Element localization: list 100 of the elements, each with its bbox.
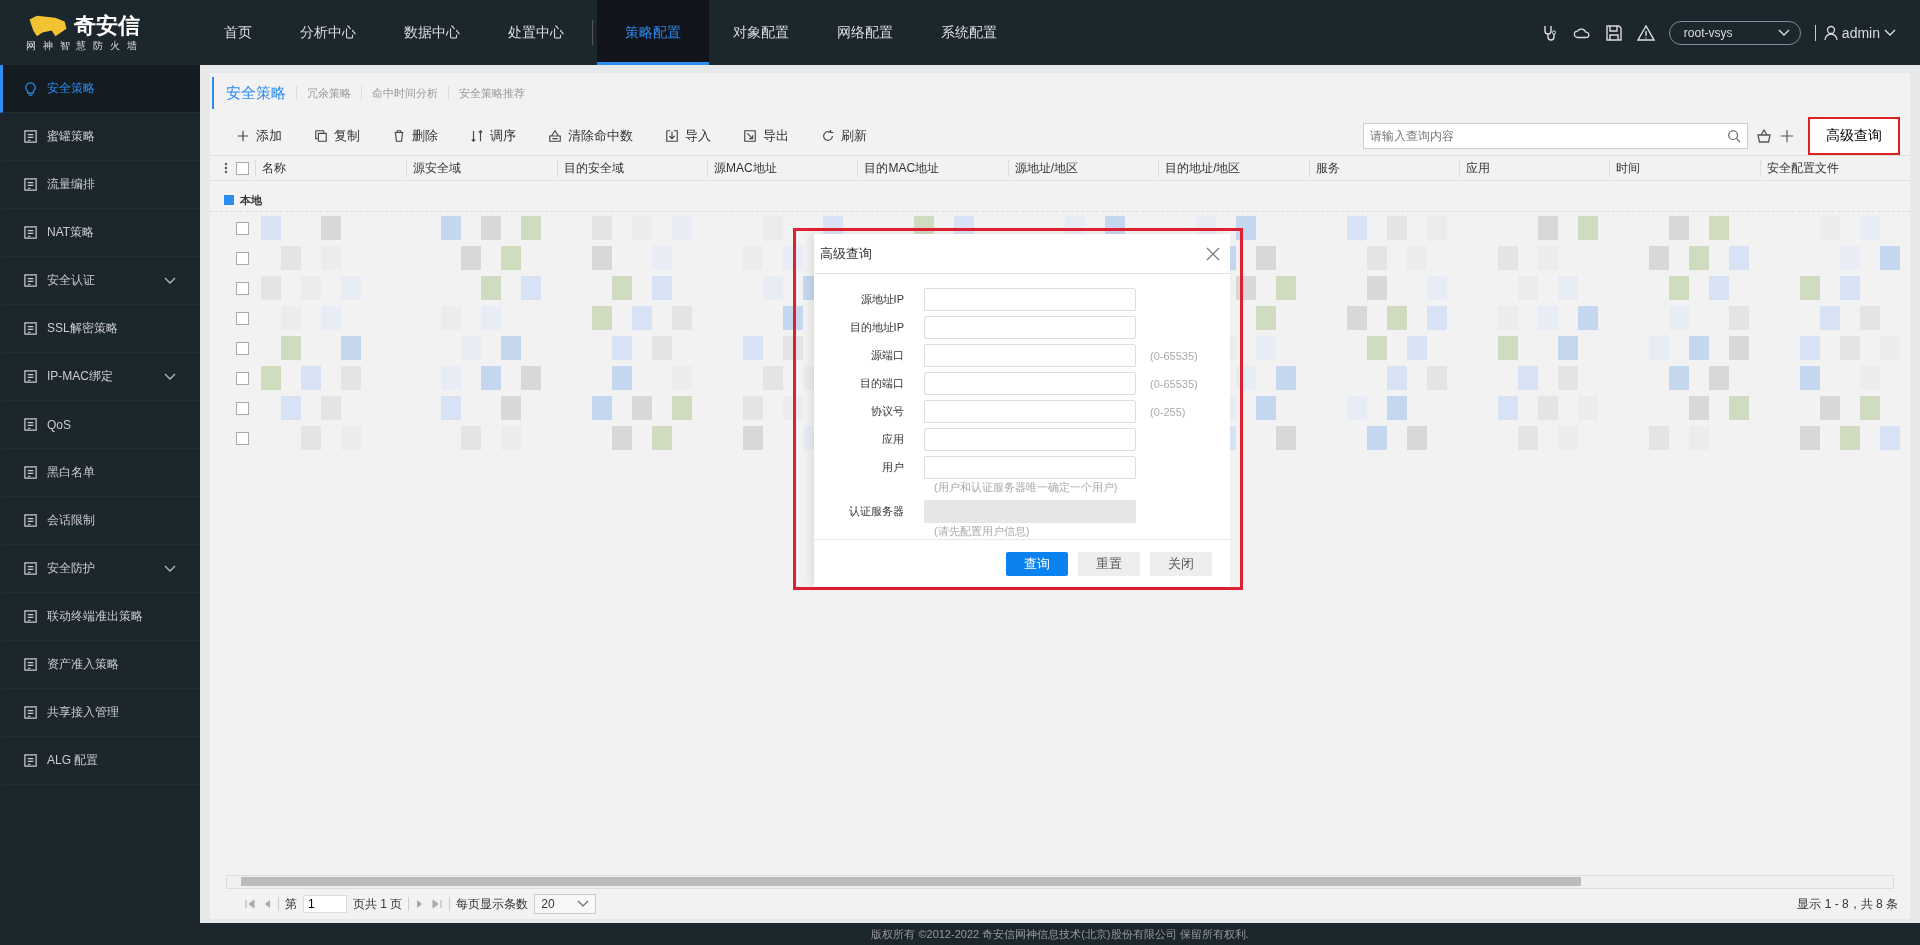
input-field[interactable]: [924, 288, 1136, 312]
toolbar-button[interactable]: 添加: [224, 127, 294, 145]
field-label: 用户: [881, 460, 904, 476]
document-icon: [23, 369, 38, 384]
toolbar-button[interactable]: 刷新: [809, 127, 879, 145]
page-label: 第: [285, 895, 297, 913]
field-label: 协议号: [870, 404, 904, 420]
field-label: 源地址IP: [859, 292, 904, 308]
column-header[interactable]: 目的MAC地址: [857, 159, 1008, 177]
top-nav-tab[interactable]: 处置中心: [484, 0, 588, 65]
column-header[interactable]: 名称: [255, 159, 407, 177]
record-summary: 显示 1 - 8，共 8 条: [1797, 895, 1898, 913]
column-menu-icon[interactable]: [224, 162, 228, 174]
input-field[interactable]: [924, 456, 1136, 480]
toolbar-icon: [236, 129, 250, 143]
document-icon: [23, 657, 38, 672]
dialog-button[interactable]: 查询: [1006, 551, 1068, 576]
column-header[interactable]: 服务: [1308, 159, 1459, 177]
group-label: 本地: [240, 192, 262, 208]
field-label: 源端口: [870, 348, 904, 364]
column-header[interactable]: 源安全域: [406, 159, 557, 177]
warning-icon[interactable]: [1636, 23, 1655, 42]
collapse-toggle[interactable]: [224, 195, 234, 205]
column-header[interactable]: 源地址/地区: [1007, 159, 1159, 177]
select-all-checkbox[interactable]: [236, 161, 249, 175]
row-checkbox[interactable]: [236, 311, 249, 325]
user-icon: [1823, 24, 1838, 41]
document-icon: [23, 321, 38, 336]
toolbar-icon: [548, 129, 562, 143]
input-field[interactable]: [924, 428, 1136, 452]
toolbar-icon: [392, 129, 406, 143]
top-nav-tab[interactable]: 数据中心: [380, 0, 484, 65]
chevron-down-icon: [1884, 28, 1896, 37]
input-field[interactable]: [924, 400, 1136, 424]
input-field[interactable]: [924, 316, 1136, 340]
save-icon[interactable]: [1604, 23, 1623, 42]
toolbar-button[interactable]: 调序: [458, 127, 528, 145]
column-header[interactable]: 时间: [1609, 159, 1760, 177]
dialog-title: 高级查询: [820, 244, 872, 263]
dialog-button[interactable]: 重置: [1078, 551, 1140, 576]
document-icon: [23, 513, 38, 528]
sidebar-item[interactable]: 安全策略: [0, 65, 200, 113]
toolbar-button[interactable]: 删除: [380, 127, 450, 145]
field-label: 目的端口: [859, 376, 904, 392]
row-checkbox[interactable]: [236, 401, 249, 415]
top-nav-tab[interactable]: 对象配置: [709, 0, 813, 65]
toolbar-button[interactable]: 清除命中数: [536, 127, 645, 145]
row-checkbox[interactable]: [236, 281, 249, 295]
row-checkbox[interactable]: [236, 371, 249, 385]
page-total: 页共 1 页: [353, 895, 403, 913]
footer-copyright: 版权所有 ©2012-2022 奇安信网神信息技术(北京)股份有限公司 保留所有权利.: [200, 923, 1920, 945]
plus-icon[interactable]: [1780, 129, 1794, 143]
search-icon: [1727, 129, 1741, 143]
row-checkbox[interactable]: [236, 341, 249, 355]
column-header[interactable]: 源MAC地址: [707, 159, 858, 177]
brand-tagline: 网 神 智 慧 防 火 墙: [26, 38, 139, 53]
top-nav-tab[interactable]: 网络配置: [813, 0, 917, 65]
toolbar-icon: [665, 129, 679, 143]
close-icon[interactable]: [1206, 246, 1220, 261]
column-header[interactable]: 目的安全域: [556, 159, 708, 177]
input-field[interactable]: [924, 372, 1136, 396]
toolbar-icon: [314, 129, 328, 143]
document-icon: [23, 609, 38, 624]
search-field[interactable]: 请输入查询内容: [1363, 123, 1748, 149]
brand-name: 奇安信: [74, 12, 140, 39]
page-size-select[interactable]: 20: [534, 894, 597, 914]
horizontal-scrollbar[interactable]: [226, 875, 1894, 889]
page-size-label: 每页显示条数: [456, 895, 529, 913]
row-checkbox[interactable]: [236, 251, 249, 265]
chevron-down-icon: [164, 372, 176, 381]
top-nav-tab[interactable]: 系统配置: [917, 0, 1021, 65]
row-checkbox[interactable]: [236, 221, 249, 235]
row-checkbox[interactable]: [236, 431, 249, 445]
toolbar-button[interactable]: 导入: [653, 127, 723, 145]
user-menu[interactable]: admin: [1823, 24, 1896, 41]
field-hint: (请先配置用户信息): [934, 524, 1031, 540]
basket-icon[interactable]: [1756, 128, 1772, 144]
document-icon: [23, 465, 38, 480]
chevron-down-icon: [164, 564, 176, 573]
toolbar-button[interactable]: 复制: [302, 127, 372, 145]
column-header[interactable]: 安全配置文件: [1759, 159, 1910, 177]
column-header[interactable]: 应用: [1458, 159, 1610, 177]
range-hint: (0-65535): [1150, 349, 1198, 362]
document-icon: [23, 417, 38, 432]
top-nav-tab[interactable]: 分析中心: [276, 0, 380, 65]
field-hint: (用户和认证服务器唯一确定一个用户): [934, 480, 1119, 496]
lightbulb-icon: [23, 81, 38, 96]
top-nav-tab[interactable]: 首页: [200, 0, 276, 65]
document-icon: [23, 705, 38, 720]
toolbar-button[interactable]: 导出: [731, 127, 801, 145]
toolbar-icon: [470, 129, 484, 143]
first-page-icon[interactable]: [244, 899, 256, 909]
input-field[interactable]: [924, 344, 1136, 368]
top-nav-tab[interactable]: 策略配置: [597, 0, 709, 65]
dialog-button[interactable]: 关闭: [1150, 551, 1212, 576]
advanced-search-button[interactable]: 高级查询: [1808, 117, 1900, 155]
column-header[interactable]: 目的地址/地区: [1158, 159, 1309, 177]
last-page-icon[interactable]: [431, 899, 444, 909]
page-input[interactable]: 1: [303, 895, 347, 913]
range-hint: (0-65535): [1150, 377, 1198, 390]
